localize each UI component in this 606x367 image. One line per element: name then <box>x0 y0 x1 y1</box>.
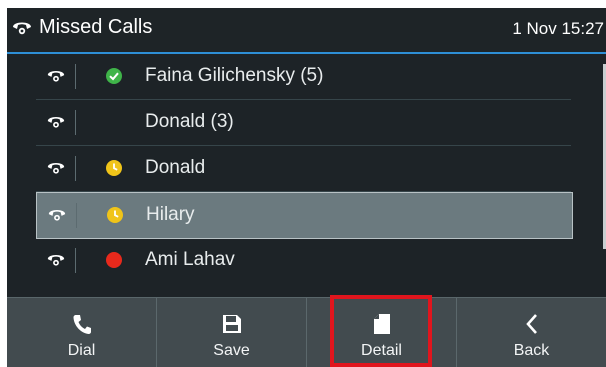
back-label: Back <box>513 342 550 359</box>
save-label: Save <box>213 342 250 359</box>
page-title: Missed Calls <box>39 16 153 38</box>
red-dot-icon <box>106 252 122 268</box>
back-button[interactable]: Back <box>457 298 606 367</box>
missed-call-icon <box>48 210 66 221</box>
divider <box>75 156 76 181</box>
softkey-bar: Dial Save Detail Back <box>7 297 606 367</box>
phone-screen: Missed Calls 1 Nov 15:27 Faina Gilichens… <box>7 8 606 367</box>
clock-icon <box>107 207 123 223</box>
caller-name: Ami Lahav <box>145 249 235 270</box>
detail-button[interactable]: Detail <box>307 298 457 367</box>
caller-name: Donald (3) <box>145 111 234 132</box>
chevron-left-icon <box>521 312 543 336</box>
list-item[interactable]: Donald <box>36 146 571 192</box>
clock-icon <box>106 160 122 176</box>
dial-button[interactable]: Dial <box>7 298 157 367</box>
list-item[interactable]: Ami Lahav <box>36 238 571 283</box>
missed-call-icon <box>47 117 65 128</box>
divider <box>75 64 76 89</box>
divider <box>75 110 76 135</box>
caller-name: Hilary <box>146 204 195 225</box>
list-item-selected[interactable]: Hilary <box>36 192 573 239</box>
divider <box>76 203 77 228</box>
header-bar: Missed Calls 1 Nov 15:27 <box>7 8 606 54</box>
dial-label: Dial <box>67 342 96 359</box>
list-item[interactable]: Faina Gilichensky (5) <box>36 54 571 100</box>
missed-calls-list: Faina Gilichensky (5) Donald (3) Donald <box>7 54 606 295</box>
phone-icon <box>71 312 93 336</box>
date-time: 1 Nov 15:27 <box>512 19 604 38</box>
list-item[interactable]: Donald (3) <box>36 100 571 146</box>
detail-label: Detail <box>361 342 402 359</box>
missed-call-icon <box>47 71 65 82</box>
caller-name: Faina Gilichensky (5) <box>145 65 324 86</box>
title-group: Missed Calls <box>11 16 152 39</box>
check-icon <box>106 68 122 84</box>
divider <box>75 248 76 273</box>
caller-name: Donald <box>145 157 206 178</box>
missed-call-icon <box>47 255 65 266</box>
document-icon <box>371 312 393 336</box>
phone-handset-icon <box>13 22 31 34</box>
missed-call-icon <box>47 163 65 174</box>
floppy-disk-icon <box>221 312 243 336</box>
save-button[interactable]: Save <box>157 298 307 367</box>
